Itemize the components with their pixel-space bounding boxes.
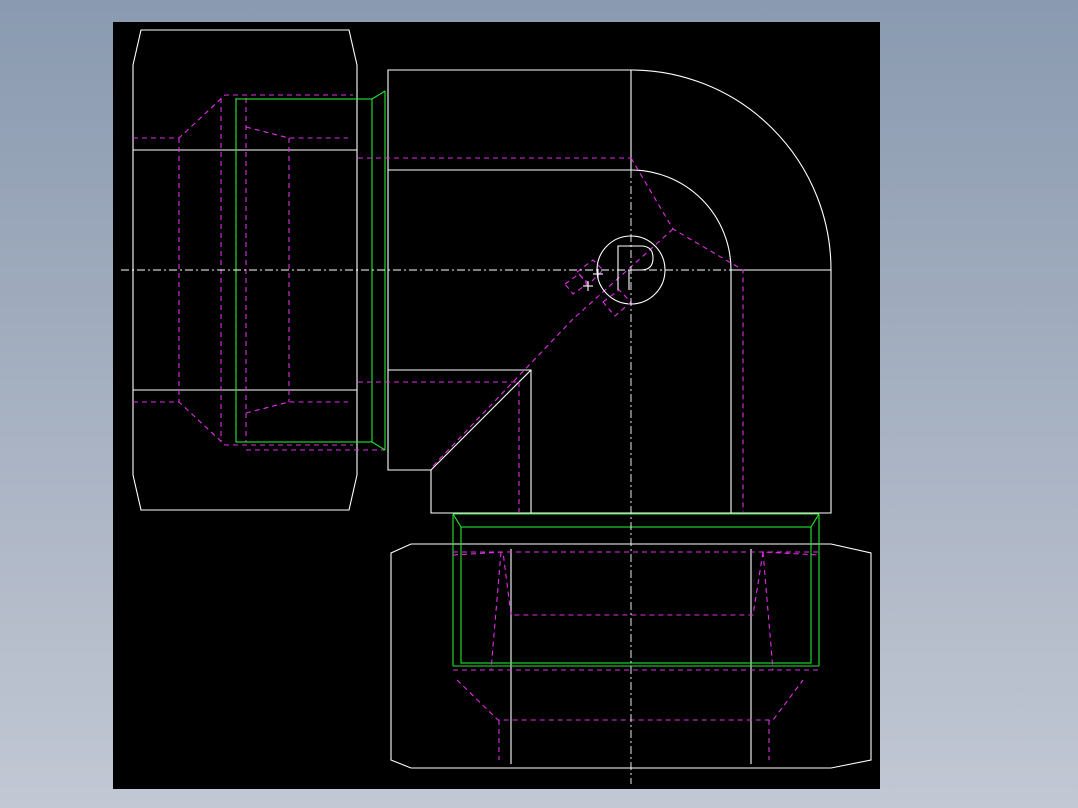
logo-letter: P bbox=[631, 259, 632, 261]
centerlines bbox=[121, 170, 731, 784]
bottom-nut-thread-lines bbox=[452, 513, 820, 667]
left-nut-thread-lines bbox=[235, 90, 386, 451]
cad-drawing-viewport[interactable]: P bbox=[113, 22, 880, 789]
left-nut-hidden-lines bbox=[133, 94, 385, 451]
manufacturer-logo: P bbox=[564, 235, 666, 317]
bottom-nut-hidden-lines bbox=[452, 551, 820, 760]
elbow-hidden-lines bbox=[358, 157, 744, 513]
elbow-body-outline bbox=[387, 69, 832, 514]
elbow-fitting-drawing: P bbox=[121, 29, 872, 784]
